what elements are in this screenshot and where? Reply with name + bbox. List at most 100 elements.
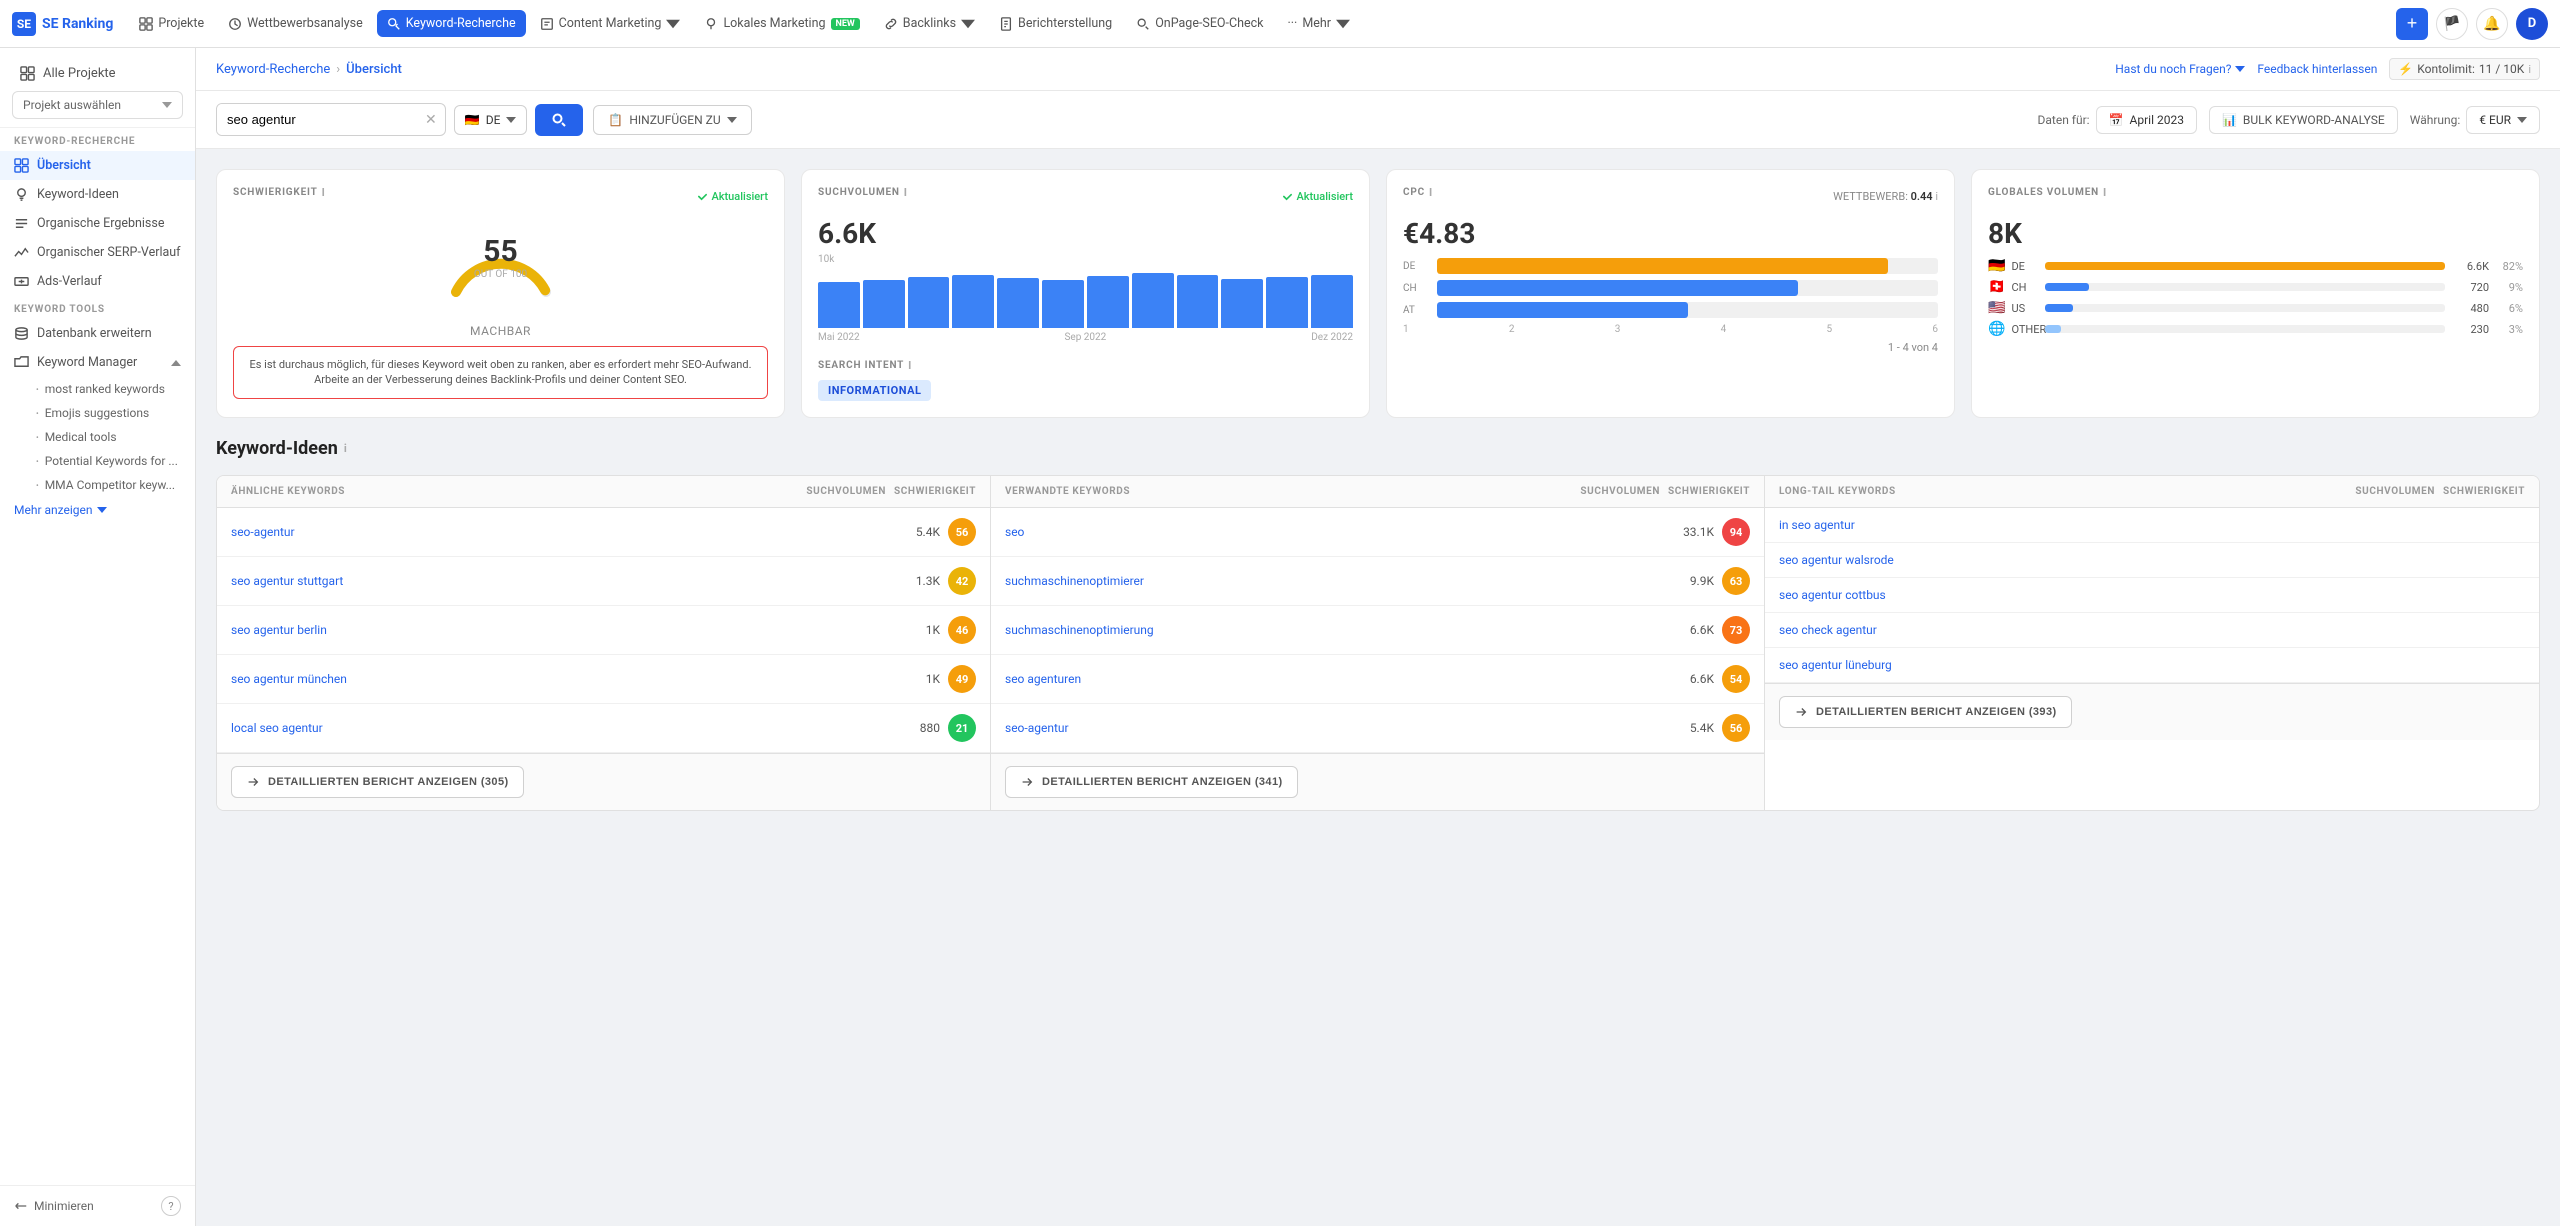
sidebar-item-keyword-ideen[interactable]: Keyword-Ideen [0, 180, 195, 209]
cpc-value: €4.83 [1403, 217, 1938, 250]
keyword-ideas-grid: ÄHNLICHE KEYWORDS SUCHVOLUMEN SCHWIERIGK… [216, 475, 2540, 811]
check-icon [697, 191, 708, 202]
add-to-button[interactable]: 📋 HINZUFÜGEN ZU [593, 105, 751, 135]
breadcrumb-separator: › [336, 62, 340, 77]
difficulty-badge: 56 [948, 518, 976, 546]
nav-lokal-label: Lokales Marketing [723, 16, 825, 31]
sidebar-sub-emojis-label: Emojis suggestions [45, 406, 150, 420]
nav-mehr[interactable]: ··· Mehr [1278, 10, 1360, 37]
nav-keyword[interactable]: Keyword-Recherche [377, 10, 526, 37]
glob-count: 480 [2451, 302, 2489, 315]
report-button-aehnliche[interactable]: DETAILLIERTEN BERICHT ANZEIGEN (305) [231, 766, 524, 798]
report-label: DETAILLIERTEN BERICHT ANZEIGEN (393) [1816, 706, 2057, 718]
nav-backlinks[interactable]: Backlinks [874, 10, 985, 37]
keyword-link[interactable]: seo agentur cottbus [1779, 588, 2433, 602]
nav-onpage[interactable]: OnPage-SEO-Check [1126, 10, 1273, 37]
keyword-link[interactable]: in seo agentur [1779, 518, 2433, 532]
sidebar-sub-medical[interactable]: Medical tools [0, 425, 195, 449]
gauge-center: 55 OUT OF 100 [474, 237, 527, 280]
logo[interactable]: SE SE Ranking [12, 12, 113, 36]
sidebar-item-ubersicht[interactable]: Übersicht [0, 151, 195, 180]
sidebar-item-organische[interactable]: Organische Ergebnisse [0, 209, 195, 238]
difficulty-badge: 21 [948, 714, 976, 742]
glob-bar-fill [2045, 304, 2073, 312]
help-button[interactable]: ? [161, 1196, 181, 1216]
glob-pct: 82% [2495, 260, 2523, 273]
sidebar-sub-potential[interactable]: Potential Keywords for ... [0, 449, 195, 473]
home-icon [20, 66, 35, 81]
search-clear-button[interactable]: ✕ [417, 106, 445, 134]
ideas-footer-longtail: DETAILLIERTEN BERICHT ANZEIGEN (393) [1765, 683, 2539, 740]
bulk-analysis-button[interactable]: 📊 BULK KEYWORD-ANALYSE [2209, 106, 2398, 134]
intent-info-icon[interactable]: i [908, 359, 912, 372]
sidebar-sub-mma[interactable]: MMA Competitor keyw... [0, 473, 195, 497]
ideas-info-icon[interactable]: i [344, 442, 347, 455]
keyword-volume: 1.3K [892, 574, 940, 588]
keyword-row: seo check agentur [1765, 613, 2539, 648]
bulk-label: BULK KEYWORD-ANALYSE [2243, 113, 2385, 127]
keyword-link[interactable]: suchmaschinenoptimierung [1005, 623, 1658, 637]
feedback-label: Feedback hinterlassen [2257, 62, 2377, 76]
nav-content[interactable]: Content Marketing [530, 10, 691, 37]
wettbewerb-info-icon[interactable]: i [1935, 190, 1938, 203]
keyword-link[interactable]: seo agentur berlin [231, 623, 884, 637]
faq-link[interactable]: Hast du noch Fragen? [2115, 62, 2245, 76]
keyword-link[interactable]: seo agentur lüneburg [1779, 658, 2433, 672]
report-button-verwandte[interactable]: DETAILLIERTEN BERICHT ANZEIGEN (341) [1005, 766, 1298, 798]
all-projects-link[interactable]: Alle Projekte [12, 60, 183, 87]
nav-projekte[interactable]: Projekte [129, 10, 214, 37]
feedback-link[interactable]: Feedback hinterlassen [2257, 62, 2377, 76]
sidebar-sub-most-ranked[interactable]: most ranked keywords [0, 377, 195, 401]
more-toggle[interactable]: Mehr anzeigen [14, 503, 181, 517]
database-icon [14, 326, 29, 341]
sidebar-sub-emojis[interactable]: Emojis suggestions [0, 401, 195, 425]
keyword-volume: 5.4K [892, 525, 940, 539]
difficulty-gauge: 55 OUT OF 100 [233, 217, 768, 320]
nav-berichterstellung[interactable]: Berichterstellung [989, 10, 1122, 37]
keyword-link[interactable]: seo [1005, 525, 1658, 539]
minimize-button[interactable]: Minimieren [14, 1199, 94, 1213]
sidebar-keyword-manager[interactable]: Keyword Manager [0, 348, 195, 377]
breadcrumb-root[interactable]: Keyword-Recherche [216, 62, 330, 77]
search-button[interactable] [535, 104, 583, 136]
global-info-icon[interactable]: i [2103, 186, 2107, 199]
ideas-column-aehnliche: ÄHNLICHE KEYWORDS SUCHVOLUMEN SCHWIERIGK… [217, 476, 991, 810]
nav-lokal[interactable]: Lokales Marketing NEW [694, 10, 869, 37]
difficulty-info-icon[interactable]: i [322, 186, 326, 199]
date-picker[interactable]: 📅 April 2023 [2096, 106, 2197, 134]
project-selector[interactable]: Projekt auswählen [12, 91, 183, 119]
volume-bar [997, 278, 1039, 328]
keyword-link[interactable]: seo agentur stuttgart [231, 574, 884, 588]
search-intent-section: SEARCH INTENT i INFORMATIONAL [818, 359, 1353, 401]
daten-info: Daten für: 📅 April 2023 [2038, 106, 2197, 134]
keyword-link[interactable]: local seo agentur [231, 721, 884, 735]
avatar[interactable]: D [2516, 8, 2548, 40]
keyword-volume: 33.1K [1666, 525, 1714, 539]
nav-wettbewerb[interactable]: Wettbewerbsanalyse [218, 10, 373, 37]
flag-button[interactable]: 🏴 [2436, 8, 2468, 40]
sidebar-item-serp-verlauf[interactable]: Organischer SERP-Verlauf [0, 238, 195, 267]
volume-info-icon[interactable]: i [904, 186, 908, 199]
add-button[interactable]: + [2396, 8, 2428, 40]
country-selector[interactable]: 🇩🇪 DE [454, 105, 528, 135]
keyword-link[interactable]: suchmaschinenoptimierer [1005, 574, 1658, 588]
keyword-link[interactable]: seo check agentur [1779, 623, 2433, 637]
search-input[interactable] [217, 104, 417, 135]
keyword-link[interactable]: seo agenturen [1005, 672, 1658, 686]
magnify-icon [1136, 17, 1150, 31]
notifications-button[interactable]: 🔔 [2476, 8, 2508, 40]
keyword-link[interactable]: seo-agentur [231, 525, 884, 539]
keyword-link[interactable]: seo agentur münchen [231, 672, 884, 686]
cpc-info-icon[interactable]: i [1429, 186, 1433, 199]
sidebar-item-ads-verlauf[interactable]: Ads-Verlauf [0, 267, 195, 296]
report-button-longtail[interactable]: DETAILLIERTEN BERICHT ANZEIGEN (393) [1779, 696, 2072, 728]
keyword-link[interactable]: seo agentur walsrode [1779, 553, 2433, 567]
ideas-col-header-aehnliche: ÄHNLICHE KEYWORDS SUCHVOLUMEN SCHWIERIGK… [217, 476, 990, 508]
sidebar-item-datenbank[interactable]: Datenbank erweitern [0, 319, 195, 348]
keyword-link[interactable]: seo-agentur [1005, 721, 1658, 735]
sidebar-manager-label: Keyword Manager [37, 355, 137, 370]
page-content: SCHWIERIGKEIT i Aktualisiert 55 [196, 149, 2560, 831]
currency-selector[interactable]: € EUR [2466, 106, 2540, 134]
chart-icon [228, 17, 242, 31]
minimize-icon [14, 1199, 28, 1213]
